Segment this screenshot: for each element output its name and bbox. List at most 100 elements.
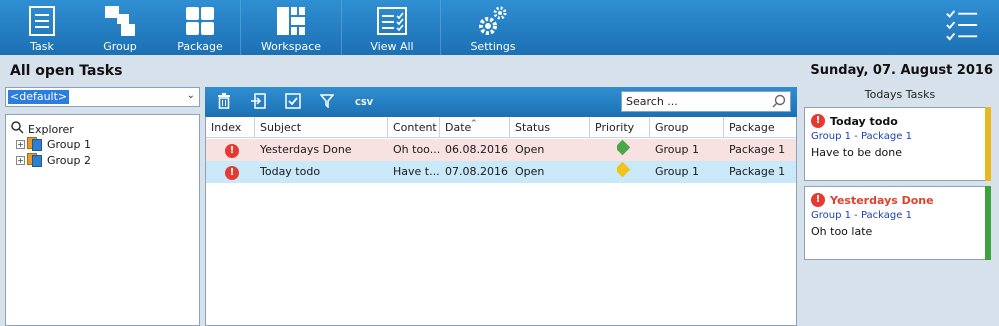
row-date: 06.08.2016: [445, 143, 508, 156]
card-body: Oh too late: [811, 225, 873, 238]
row-subject: Yesterdays Done: [260, 143, 352, 156]
row-date: 07.08.2016: [445, 165, 508, 178]
card-title-text: Yesterdays Done: [830, 193, 934, 207]
card-title: ! Today todo: [811, 114, 898, 128]
package-label: Package: [177, 40, 223, 53]
column-header-content[interactable]: Content: [388, 117, 440, 138]
row-content: Oh too...: [393, 143, 440, 156]
card-subtitle: Group 1 - Package 1: [811, 210, 912, 221]
group-folder-icon: [27, 137, 43, 151]
table-row[interactable]: ! Yesterdays Done Oh too... 06.08.2016 O…: [206, 139, 796, 161]
chevron-down-icon[interactable]: ⌄: [187, 90, 195, 101]
row-group: Group 1: [655, 165, 699, 178]
tree-root-explorer[interactable]: Explorer: [11, 121, 74, 137]
settings-icon: [476, 4, 510, 38]
row-group: Group 1: [655, 143, 699, 156]
expand-icon[interactable]: +: [16, 155, 25, 165]
row-package: Package 1: [729, 165, 786, 178]
package-icon: [183, 4, 217, 38]
column-header-date-label: Date: [445, 121, 472, 134]
column-header-group[interactable]: Group: [650, 117, 724, 138]
card-status-bar: [985, 107, 991, 181]
today-card[interactable]: ! Yesterdays Done Group 1 - Package 1 Oh …: [804, 186, 991, 260]
csv-export-button[interactable]: CSV: [353, 93, 375, 111]
main-menu-button[interactable]: [940, 0, 984, 55]
settings-button[interactable]: Settings: [470, 0, 516, 55]
delete-button[interactable]: [215, 92, 233, 112]
current-date: Sunday, 07. August 2016: [810, 63, 993, 78]
import-button[interactable]: [249, 92, 267, 112]
ribbon-divider: [440, 0, 441, 55]
view-all-label: View All: [370, 40, 414, 53]
card-subtitle: Group 1 - Package 1: [811, 131, 912, 142]
ribbon-divider: [341, 0, 342, 55]
column-header-date[interactable]: Date ⌃: [440, 117, 510, 138]
row-index-cell: !: [225, 139, 255, 161]
column-header-priority[interactable]: Priority: [590, 117, 650, 138]
tree-item-group-1[interactable]: + Group 1: [16, 137, 91, 151]
explorer-tree: Explorer + Group 1 + Group 2: [5, 114, 200, 326]
group-label: Group: [103, 40, 137, 53]
row-index-cell: !: [225, 161, 255, 183]
warning-icon: !: [811, 114, 825, 128]
task-button[interactable]: Task: [22, 0, 62, 55]
complete-button[interactable]: [284, 92, 302, 112]
package-button[interactable]: Package: [177, 0, 223, 55]
filter-dropdown[interactable]: <default> ⌄: [5, 87, 200, 107]
ribbon-toolbar: Task Group Package Workspace View All Se…: [0, 0, 999, 55]
grid-header: Index Subject Content Date ⌃ Status Prior…: [206, 117, 796, 138]
task-icon: [25, 4, 59, 38]
todays-tasks-title: Todays Tasks: [864, 88, 936, 101]
column-header-status[interactable]: Status: [510, 117, 590, 138]
expand-icon[interactable]: +: [16, 139, 25, 149]
check-icon: [285, 92, 301, 112]
task-grid: Index Subject Content Date ⌃ Status Prior…: [205, 117, 797, 326]
table-row[interactable]: ! Today todo Have t... 07.08.2016 Open G…: [206, 161, 796, 183]
search-icon[interactable]: [772, 94, 786, 111]
tree-item-label: Group 1: [47, 137, 91, 151]
column-header-package[interactable]: Package: [724, 117, 796, 138]
column-header-subject[interactable]: Subject: [255, 117, 388, 138]
filter-icon: [319, 93, 335, 111]
today-card[interactable]: ! Today todo Group 1 - Package 1 Have to …: [804, 107, 991, 181]
priority-medium-icon: [617, 161, 647, 183]
search-input[interactable]: [622, 92, 762, 111]
search-icon: [11, 121, 24, 137]
card-status-bar: [985, 186, 991, 260]
workspace-button[interactable]: Workspace: [261, 0, 321, 55]
import-icon: [250, 92, 266, 112]
warning-icon: !: [225, 166, 239, 180]
view-all-icon: [375, 4, 409, 38]
workspace-label: Workspace: [260, 40, 322, 53]
page-title: All open Tasks: [10, 63, 123, 79]
tree-item-group-2[interactable]: + Group 2: [16, 153, 91, 167]
row-subject: Today todo: [260, 165, 321, 178]
group-folder-icon: [27, 153, 43, 167]
settings-label: Settings: [470, 40, 516, 53]
workspace-icon: [274, 4, 308, 38]
search-box[interactable]: [621, 91, 791, 112]
sort-ascending-icon: ⌃: [470, 119, 478, 129]
card-body: Have to be done: [811, 146, 903, 159]
column-header-index[interactable]: Index: [206, 117, 255, 138]
checklist-menu-icon: [945, 8, 979, 42]
row-status: Open: [515, 165, 545, 178]
group-button[interactable]: Group: [100, 0, 140, 55]
tree-root-label: Explorer: [28, 122, 74, 136]
view-all-button[interactable]: View All: [370, 0, 414, 55]
row-status: Open: [515, 143, 545, 156]
group-icon: [103, 4, 137, 38]
tree-item-label: Group 2: [47, 153, 91, 167]
card-title-text: Today todo: [830, 114, 898, 128]
grid-toolbar: CSV: [205, 87, 797, 117]
warning-icon: !: [225, 144, 239, 158]
priority-low-icon: [617, 139, 647, 161]
trash-icon: [217, 92, 231, 112]
task-label: Task: [30, 40, 54, 53]
ribbon-divider: [240, 0, 241, 55]
card-title: ! Yesterdays Done: [811, 193, 934, 207]
filter-button[interactable]: [318, 93, 336, 111]
row-package: Package 1: [729, 143, 786, 156]
filter-selected-value: <default>: [8, 90, 70, 104]
warning-icon: !: [811, 193, 825, 207]
